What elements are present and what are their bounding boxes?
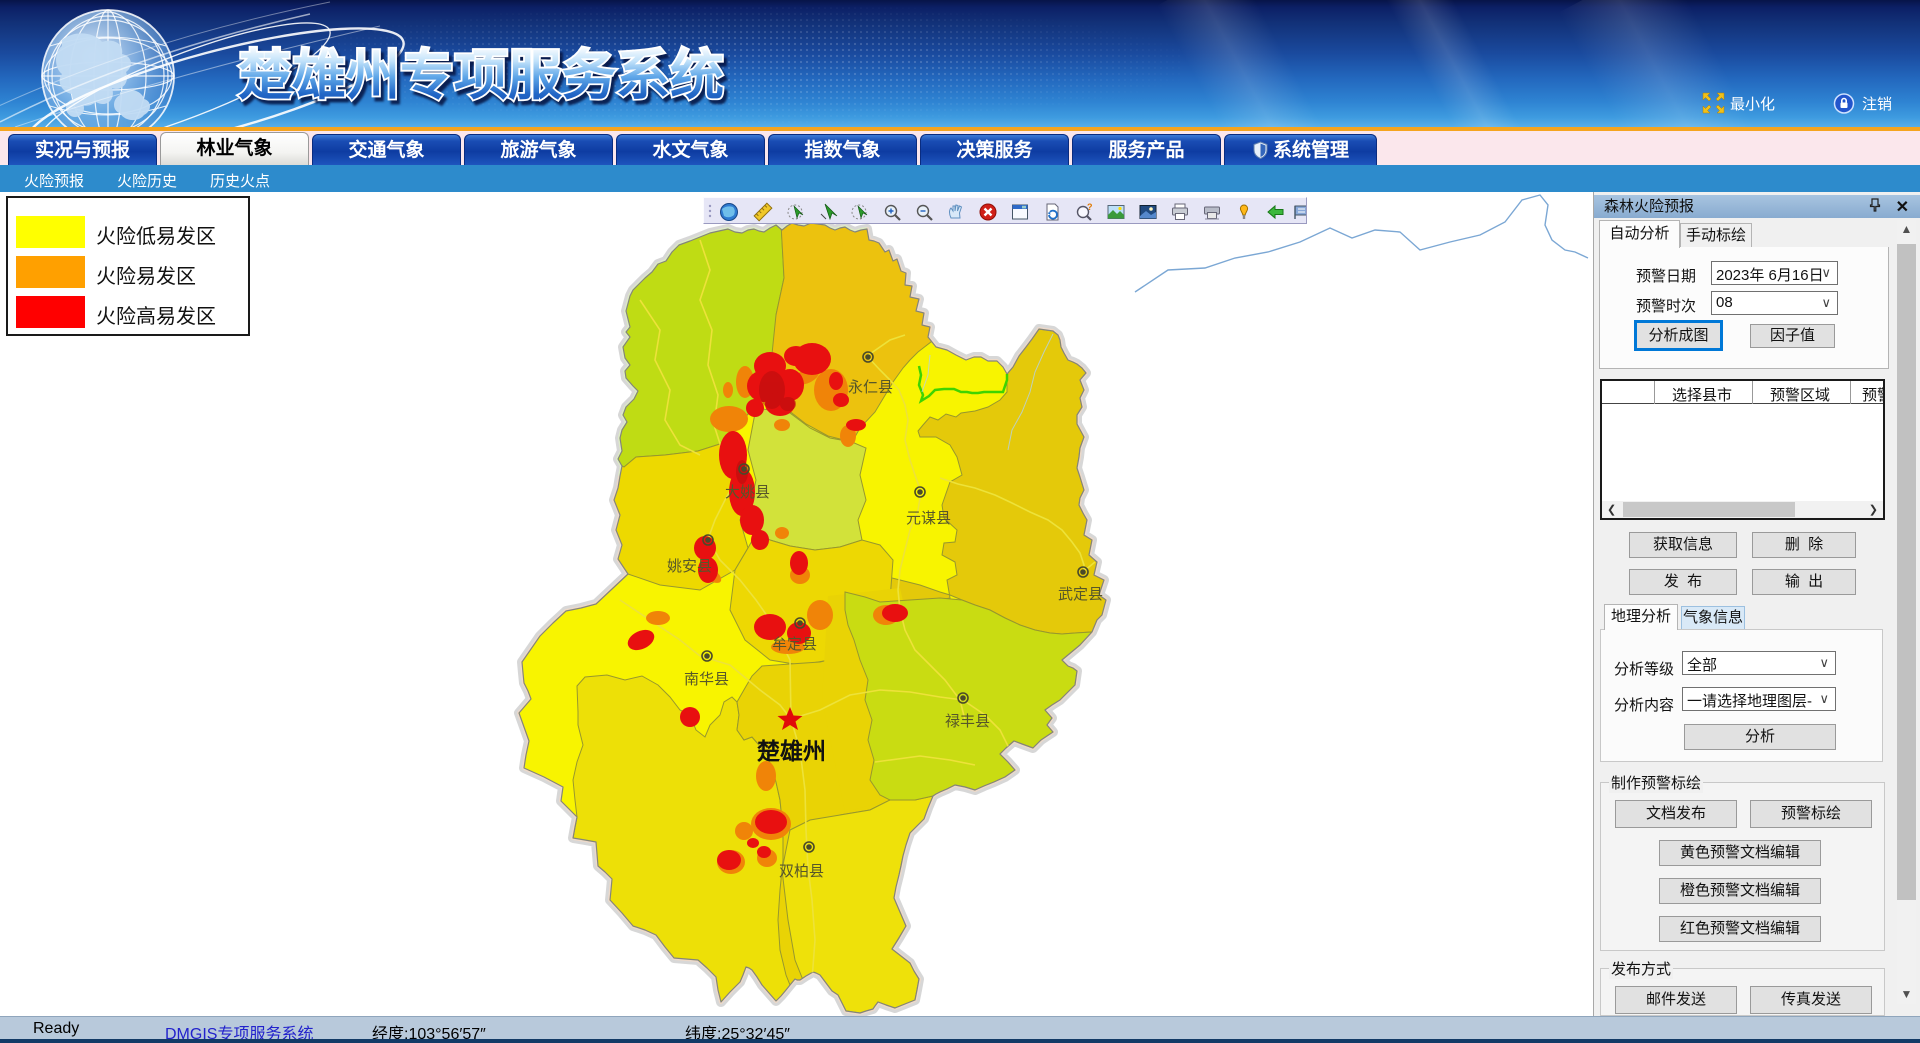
svg-text:永仁县: 永仁县 [848,379,893,396]
svg-text:牟定县: 牟定县 [772,636,817,653]
svg-text:元谋县: 元谋县 [906,510,951,527]
svg-text:禄丰县: 禄丰县 [945,713,990,730]
svg-text:武定县: 武定县 [1058,586,1103,603]
svg-text:大姚县: 大姚县 [725,484,770,501]
svg-text:?: ? [1087,202,1093,212]
svg-text:姚安县: 姚安县 [667,558,712,575]
svg-text:楚雄州专项服务系统: 楚雄州专项服务系统 [238,46,724,106]
svg-text:楚雄州: 楚雄州 [757,738,826,764]
svg-text:双柏县: 双柏县 [779,863,824,880]
svg-text:南华县: 南华县 [684,671,729,688]
